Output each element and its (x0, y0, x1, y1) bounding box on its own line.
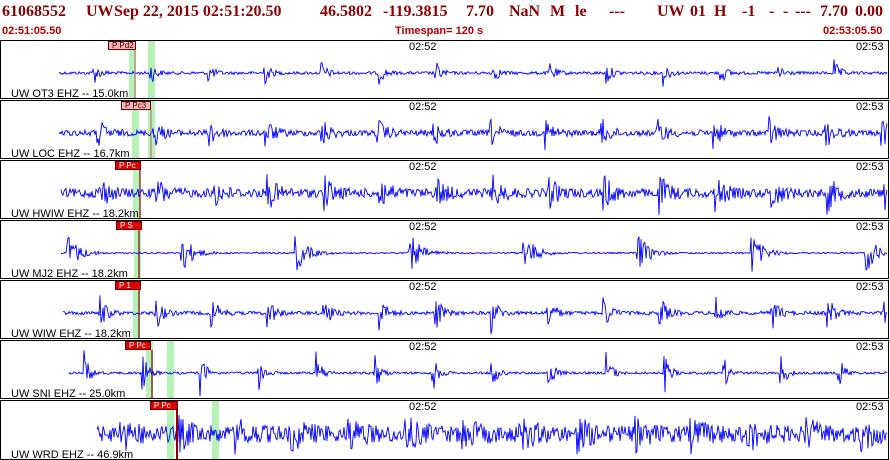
seismogram-panels: P Pd2 02:52 02:53 UW OT3 EHZ -- 15.0km P… (0, 40, 890, 460)
start-time: 02:51:05.50 (2, 25, 62, 37)
header-value-a: 7.70 (820, 3, 848, 20)
event-latitude: 46.5802 (320, 3, 372, 20)
phase-pick-marker[interactable]: P 1 (115, 281, 141, 290)
station-label: UW LOC EHZ -- 16.7km (11, 148, 130, 159)
time-tick-0252: 02:52 (409, 221, 437, 233)
trace-panel[interactable]: P Pc 02:52 02:53 UW WRD EHZ -- 46.9km (0, 400, 889, 460)
time-tick-0253: 02:53 (856, 221, 884, 233)
time-window-band (167, 341, 174, 398)
trace-panel[interactable]: P Pc 02:52 02:53 UW SNI EHZ -- 25.0km (0, 340, 889, 399)
time-tick-0252: 02:52 (409, 41, 437, 53)
seismic-trace (58, 116, 888, 151)
seismic-trace (58, 59, 888, 87)
header-dashes: --- (609, 3, 625, 20)
trace-panel[interactable]: P Pd2 02:52 02:53 UW OT3 EHZ -- 15.0km (0, 40, 889, 99)
version: 01 (690, 3, 706, 20)
time-tick-0253: 02:53 (856, 341, 884, 353)
seismic-trace (62, 295, 888, 334)
header-dash-b: - (783, 3, 789, 20)
timespan: Timespan= 120 s (395, 25, 484, 37)
time-tick-0252: 02:52 (409, 161, 437, 173)
event-header: 61068552 UW Sep 22, 2015 02:51:20.50 46.… (0, 0, 890, 40)
station-label: UW WRD EHZ -- 46.9km (11, 449, 134, 460)
trace-panel[interactable]: P 1 02:52 02:53 UW WIW EHZ -- 18.2km (0, 280, 889, 339)
time-tick-0253: 02:53 (856, 101, 884, 113)
authority: UW (657, 3, 685, 20)
end-time: 02:53:05.50 (823, 25, 883, 37)
time-tick-0253: 02:53 (856, 161, 884, 173)
header-dash-a: - (769, 3, 775, 20)
event-longitude: -119.3815 (383, 3, 448, 20)
station-label: UW SNI EHZ -- 25.0km (11, 388, 126, 399)
header-minus-one: -1 (742, 3, 756, 20)
network-code: UW (86, 3, 114, 20)
event-type: le (575, 3, 587, 20)
phase-pick-marker[interactable]: P S (116, 221, 142, 230)
header-value-b: 0.00 (855, 3, 883, 20)
waveform-plot[interactable] (1, 401, 889, 460)
station-label: UW OT3 EHZ -- 15.0km (11, 88, 129, 99)
seismic-trace (60, 174, 888, 215)
time-tick-0253: 02:53 (856, 401, 884, 413)
magnitude-type: M (550, 3, 566, 20)
time-tick-0252: 02:52 (409, 341, 437, 353)
seismic-trace (68, 350, 888, 397)
phase-pick-marker[interactable]: P Pc (125, 341, 151, 350)
event-depth: 7.70 (466, 3, 494, 20)
phase-pick-marker[interactable]: P Pc (115, 161, 141, 170)
time-tick-0253: 02:53 (856, 41, 884, 53)
trace-panel[interactable]: P Pc3 02:52 02:53 UW LOC EHZ -- 16.7km (0, 100, 889, 159)
station-label: UW WIW EHZ -- 18.2km (11, 328, 131, 339)
trace-panel[interactable]: P Pc 02:52 02:53 UW HWIW EHZ -- 18.2km (0, 160, 889, 219)
phase-pick-marker[interactable]: P Pd2 (108, 41, 136, 50)
time-tick-0252: 02:52 (409, 401, 437, 413)
magnitude: NaN (509, 3, 541, 20)
station-label: UW HWIW EHZ -- 18.2km (11, 208, 139, 219)
event-datetime: Sep 22, 2015 02:51:20.50 (114, 3, 282, 20)
event-id: 61068552 (2, 3, 66, 20)
time-tick-0253: 02:53 (856, 281, 884, 293)
time-tick-0252: 02:52 (409, 101, 437, 113)
header-dash-c: --- (795, 3, 811, 20)
trace-panel[interactable]: P S 02:52 02:53 UW MJ2 EHZ -- 18.2km (0, 220, 889, 279)
flag: H (714, 3, 727, 20)
time-tick-0252: 02:52 (409, 281, 437, 293)
seismic-trace (61, 236, 888, 272)
station-label: UW MJ2 EHZ -- 18.2km (11, 268, 128, 279)
phase-pick-marker[interactable]: P Pc (150, 401, 178, 410)
phase-pick-marker[interactable]: P Pc3 (121, 101, 151, 110)
